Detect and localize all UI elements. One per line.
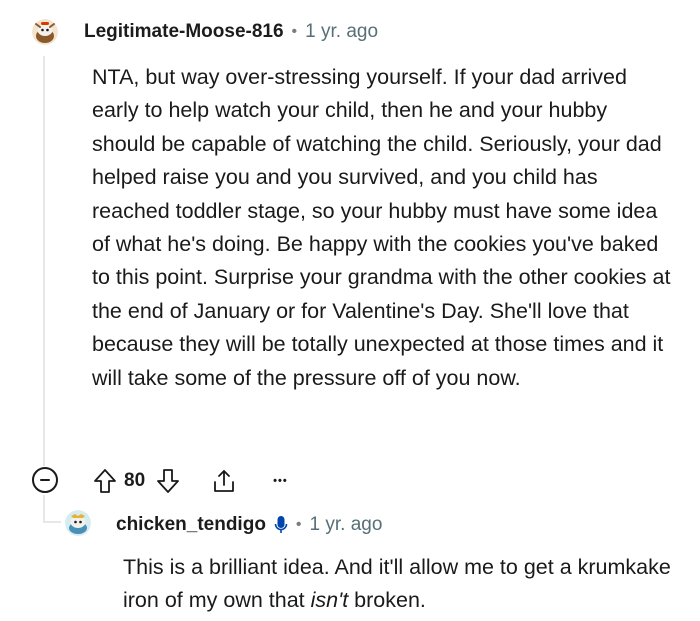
more-options-icon: ••• (273, 475, 288, 487)
upvote-arrow-icon (94, 469, 116, 493)
user-avatar[interactable] (32, 19, 58, 45)
more-options-button[interactable]: ••• (273, 475, 288, 487)
meta-separator: • (291, 23, 298, 40)
downvote-arrow-icon (157, 469, 180, 493)
share-button[interactable] (211, 467, 237, 495)
reply-user-avatar[interactable] (65, 510, 91, 536)
snoo-avatar-icon (65, 510, 91, 536)
microphone-icon (274, 515, 288, 535)
comment-meta: Legitimate-Moose-816 • 1 yr. ago (84, 21, 378, 43)
reply-timestamp[interactable]: 1 yr. ago (310, 514, 383, 536)
share-icon (214, 470, 235, 492)
snoo-avatar-icon (32, 19, 58, 45)
collapse-button[interactable] (32, 467, 58, 493)
comment-author[interactable]: Legitimate-Moose-816 (84, 21, 284, 43)
downvote-button[interactable] (155, 467, 181, 495)
upvote-button[interactable] (92, 467, 118, 495)
meta-separator: • (295, 516, 302, 533)
thread-line (43, 56, 45, 466)
reply-author[interactable]: chicken_tendigo (116, 514, 266, 536)
reply-thread-connector (43, 495, 45, 523)
reply-body-text-end: broken. (348, 588, 426, 613)
vote-score: 80 (124, 470, 146, 491)
reply-thread-connector-horizontal (43, 521, 61, 523)
reply-meta: chicken_tendigo • 1 yr. ago (116, 514, 382, 536)
comment-action-bar: 80 ••• (92, 466, 288, 496)
reply-body: This is a brilliant idea. And it'll allo… (123, 551, 683, 618)
reply-body-emphasis: isn't (310, 588, 349, 613)
comment-body: NTA, but way over-stressing yourself. If… (92, 65, 671, 390)
comment-timestamp[interactable]: 1 yr. ago (305, 21, 378, 43)
collapse-minus-icon (40, 479, 50, 481)
